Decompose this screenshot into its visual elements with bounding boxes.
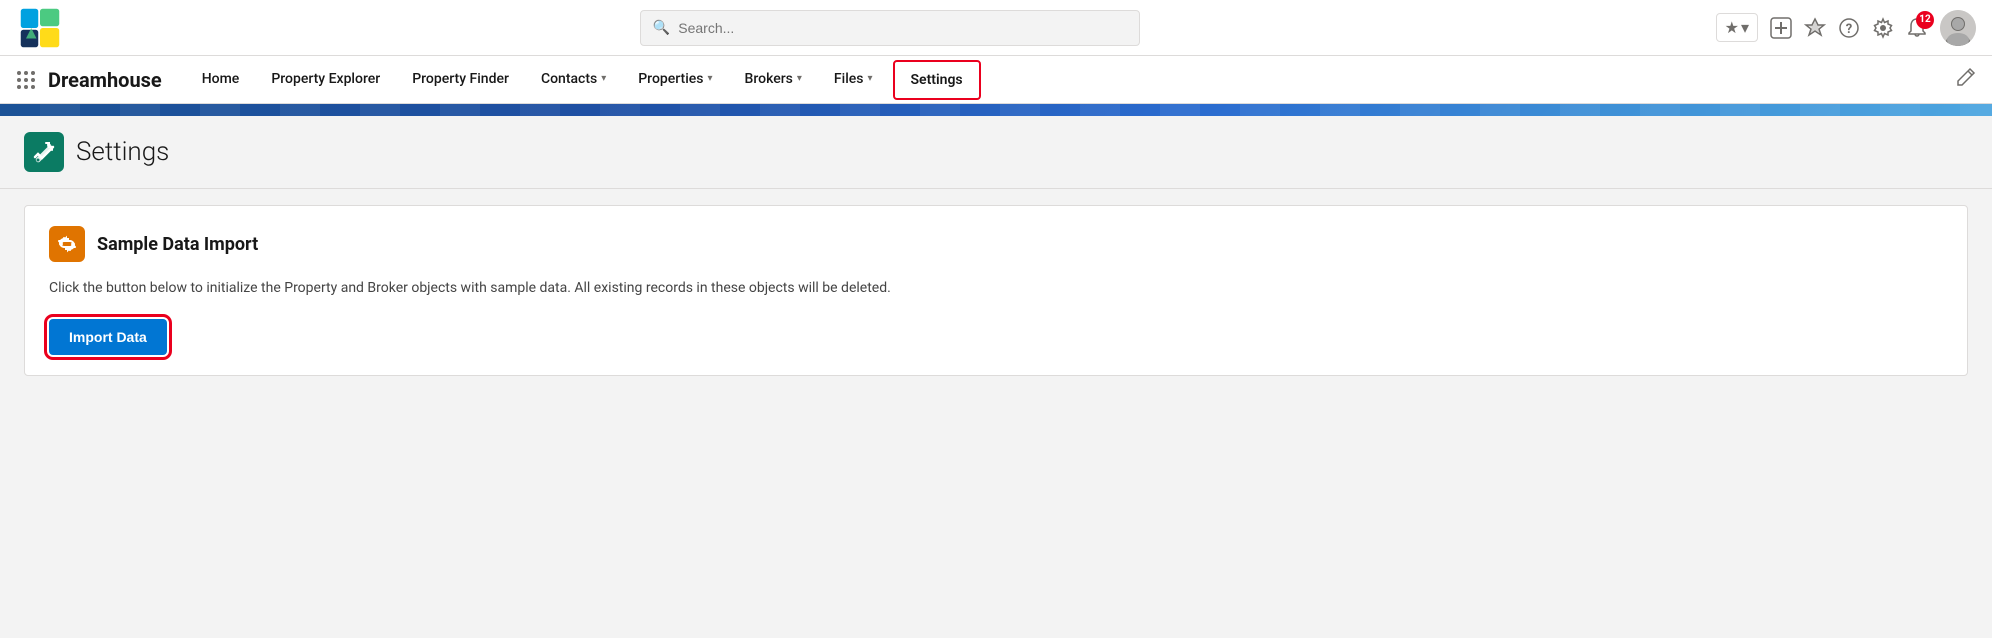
setup-button[interactable] xyxy=(1872,17,1894,39)
app-launcher-button[interactable] xyxy=(16,70,36,90)
search-icon: 🔍 xyxy=(653,20,670,36)
svg-text:?: ? xyxy=(1846,22,1852,37)
utility-bar: 🔍 ★ ▾ ? xyxy=(0,0,1992,56)
import-data-button[interactable]: Import Data xyxy=(49,319,167,355)
utility-bar-right: ★ ▾ ? xyxy=(1716,10,1976,46)
salesforce-icon-button[interactable] xyxy=(1804,17,1826,39)
nav-item-files[interactable]: Files ▾ xyxy=(818,56,889,104)
search-input[interactable] xyxy=(678,20,1127,36)
nav-item-brokers[interactable]: Brokers ▾ xyxy=(729,56,818,104)
notification-button[interactable]: 12 xyxy=(1906,17,1928,39)
brokers-chevron-icon: ▾ xyxy=(797,73,802,84)
help-button[interactable]: ? xyxy=(1838,17,1860,39)
card-header: Sample Data Import xyxy=(49,226,1943,262)
favorites-button[interactable]: ★ ▾ xyxy=(1716,13,1758,42)
notification-count-badge: 12 xyxy=(1916,11,1934,29)
page-header: Settings xyxy=(0,116,1992,189)
nav-item-home[interactable]: Home xyxy=(186,56,256,104)
user-avatar[interactable] xyxy=(1940,10,1976,46)
nav-item-settings[interactable]: Settings xyxy=(893,60,981,100)
chevron-down-icon: ▾ xyxy=(1741,18,1749,37)
utility-bar-left xyxy=(16,4,64,52)
blue-banner xyxy=(0,104,1992,116)
nav-item-contacts[interactable]: Contacts ▾ xyxy=(525,56,622,104)
nav-item-property-explorer[interactable]: Property Explorer xyxy=(255,56,396,104)
sample-data-import-card: Sample Data Import Click the button belo… xyxy=(24,205,1968,376)
nav-bar: Dreamhouse Home Property Explorer Proper… xyxy=(0,56,1992,104)
nav-items: Home Property Explorer Property Finder C… xyxy=(186,56,1956,104)
card-description: Click the button below to initialize the… xyxy=(49,278,1943,299)
app-logo[interactable] xyxy=(16,4,64,52)
app-name: Dreamhouse xyxy=(48,68,162,92)
nav-item-property-finder[interactable]: Property Finder xyxy=(396,56,525,104)
main-content: Sample Data Import Click the button belo… xyxy=(0,189,1992,589)
settings-page-icon xyxy=(24,132,64,172)
utility-bar-center: 🔍 xyxy=(64,10,1716,46)
page-title: Settings xyxy=(76,137,169,167)
sample-data-icon xyxy=(49,226,85,262)
files-chevron-icon: ▾ xyxy=(867,73,872,84)
search-container[interactable]: 🔍 xyxy=(640,10,1140,46)
card-title: Sample Data Import xyxy=(97,234,258,255)
add-button[interactable] xyxy=(1770,17,1792,39)
star-icon: ★ xyxy=(1725,18,1739,37)
properties-chevron-icon: ▾ xyxy=(707,73,712,84)
nav-item-properties[interactable]: Properties ▾ xyxy=(622,56,728,104)
nav-edit-button[interactable] xyxy=(1956,67,1976,92)
contacts-chevron-icon: ▾ xyxy=(601,73,606,84)
